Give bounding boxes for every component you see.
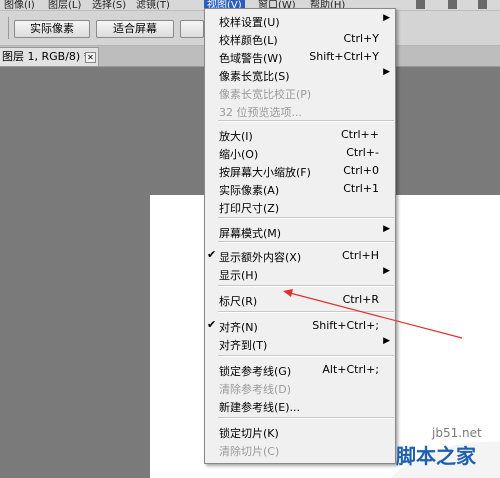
menu-item-label: 实际像素(A) [219,184,280,197]
menu-item-shortcut: Ctrl+1 [343,182,379,195]
menu-item-label: 显示额外内容(X) [219,251,302,264]
menu-divider [218,217,394,219]
menu-item-fit-on-screen[interactable]: 按屏幕大小缩放(F) Ctrl+0 [205,162,395,180]
menu-item-label: 标尺(R) [219,295,258,308]
menu-divider [218,417,394,419]
menu-item-32bit-preview-options: 32 位预览选项... [205,102,395,120]
menu-item-snap-to[interactable]: 对齐到(T) ▶ [205,335,395,353]
menu-item-clear-guides: 清除参考线(D) [205,379,395,397]
checkmark-icon: ✔ [207,248,217,261]
menu-item-label: 对齐(N) [219,321,258,334]
watermark-name: 脚本之家 [396,444,476,468]
menu-item-lock-guides[interactable]: 锁定参考线(G) Alt+Ctrl+; [205,361,395,379]
menu-item-screen-mode[interactable]: 屏幕模式(M) ▶ [205,223,395,241]
menu-item-label: 按屏幕大小缩放(F) [219,166,311,179]
menu-item-label: 缩小(O) [219,148,259,161]
menu-filter[interactable]: 滤镜(T) [136,0,170,10]
menu-item-gamut-warning[interactable]: 色域警告(W) Shift+Ctrl+Y [205,48,395,66]
checkmark-icon: ✔ [207,318,217,331]
menu-item-shortcut: Ctrl+0 [343,164,379,177]
menu-item-clear-slices: 清除切片(C) [205,441,395,459]
submenu-arrow-icon: ▶ [383,336,390,346]
fill-screen-button-partial[interactable] [180,20,204,38]
menu-item-print-size[interactable]: 打印尺寸(Z) [205,198,395,216]
menu-item-pixel-aspect-ratio[interactable]: 像素长宽比(S) ▶ [205,66,395,84]
submenu-arrow-icon: ▶ [383,224,390,234]
menu-item-zoom-in[interactable]: 放大(I) Ctrl++ [205,126,395,144]
menu-item-new-guide[interactable]: 新建参考线(E)... [205,397,395,415]
menu-divider [218,241,394,243]
menu-item-label: 清除切片(C) [219,445,280,458]
menu-item-label: 校样设置(U) [219,16,280,29]
menu-item-zoom-out[interactable]: 缩小(O) Ctrl+- [205,144,395,162]
menu-item-actual-pixels[interactable]: 实际像素(A) Ctrl+1 [205,180,395,198]
menu-layer[interactable]: 图层(L) [48,0,81,10]
view-menu-dropdown: 校样设置(U) ▶ 校样颜色(L) Ctrl+Y 色域警告(W) Shift+Ctrl+Y… [204,8,396,464]
menu-item-label: 放大(I) [219,130,253,143]
menu-item-label: 清除参考线(D) [219,383,292,396]
menu-item-label: 校样颜色(L) [219,34,278,47]
options-divider [8,17,9,39]
menu-item-label: 屏幕模式(M) [219,227,282,240]
fit-screen-button[interactable]: 适合屏幕 [96,20,174,38]
menu-item-label: 锁定切片(K) [219,427,279,440]
menu-item-pixel-aspect-correction: 像素长宽比校正(P) [205,84,395,102]
menu-item-shortcut: Shift+Ctrl+; [312,319,379,332]
menu-item-proof-colors[interactable]: 校样颜色(L) Ctrl+Y [205,30,395,48]
menu-item-lock-slices[interactable]: 锁定切片(K) [205,423,395,441]
submenu-arrow-icon: ▶ [383,67,390,77]
menu-divider [218,285,394,287]
menu-image[interactable]: 图像(I) [4,0,35,10]
menu-item-shortcut: Ctrl+- [346,146,379,159]
menu-item-label: 色域警告(W) [219,52,283,65]
menu-select[interactable]: 选择(S) [92,0,126,10]
minibridge-icon[interactable] [448,0,457,9]
document-tab[interactable]: 图层 1, RGB/8) * ✕ [0,47,99,67]
menu-item-label: 锁定参考线(G) [219,365,292,378]
bridge-icon[interactable] [416,0,425,9]
menu-item-shortcut: Ctrl+R [342,293,379,306]
watermark-site: jb51.net [432,426,482,440]
menu-item-label: 显示(H) [219,269,258,282]
submenu-arrow-icon: ▶ [383,13,390,23]
view-extras-icon[interactable] [478,0,487,9]
menu-item-snap[interactable]: ✔ 对齐(N) Shift+Ctrl+; [205,317,395,335]
menu-item-shortcut: Ctrl++ [340,128,379,141]
menu-item-label: 32 位预览选项... [219,106,302,119]
menu-item-show-extras[interactable]: ✔ 显示额外内容(X) Ctrl+H [205,247,395,265]
document-tab-label: 图层 1, RGB/8) * [2,50,90,63]
close-icon[interactable]: ✕ [85,52,96,63]
menu-divider [218,120,394,122]
watermark: jb51.net 脚本之家 [390,426,500,478]
menu-divider [218,355,394,357]
menu-item-show[interactable]: 显示(H) ▶ [205,265,395,283]
menu-item-shortcut: Ctrl+Y [343,32,379,45]
menu-item-shortcut: Ctrl+H [341,249,379,262]
menu-item-label: 打印尺寸(Z) [219,202,280,215]
menu-item-label: 对齐到(T) [219,339,268,352]
menu-item-rulers[interactable]: 标尺(R) Ctrl+R [205,291,395,309]
menu-item-shortcut: Alt+Ctrl+; [322,363,379,376]
actual-pixels-button[interactable]: 实际像素 [14,20,90,38]
menu-item-proof-setup[interactable]: 校样设置(U) ▶ [205,12,395,30]
menu-item-label: 像素长宽比校正(P) [219,88,312,101]
submenu-arrow-icon: ▶ [383,266,390,276]
menu-item-label: 新建参考线(E)... [219,401,301,414]
menu-divider [218,311,394,313]
menu-item-shortcut: Shift+Ctrl+Y [309,50,379,63]
menu-item-label: 像素长宽比(S) [219,70,290,83]
